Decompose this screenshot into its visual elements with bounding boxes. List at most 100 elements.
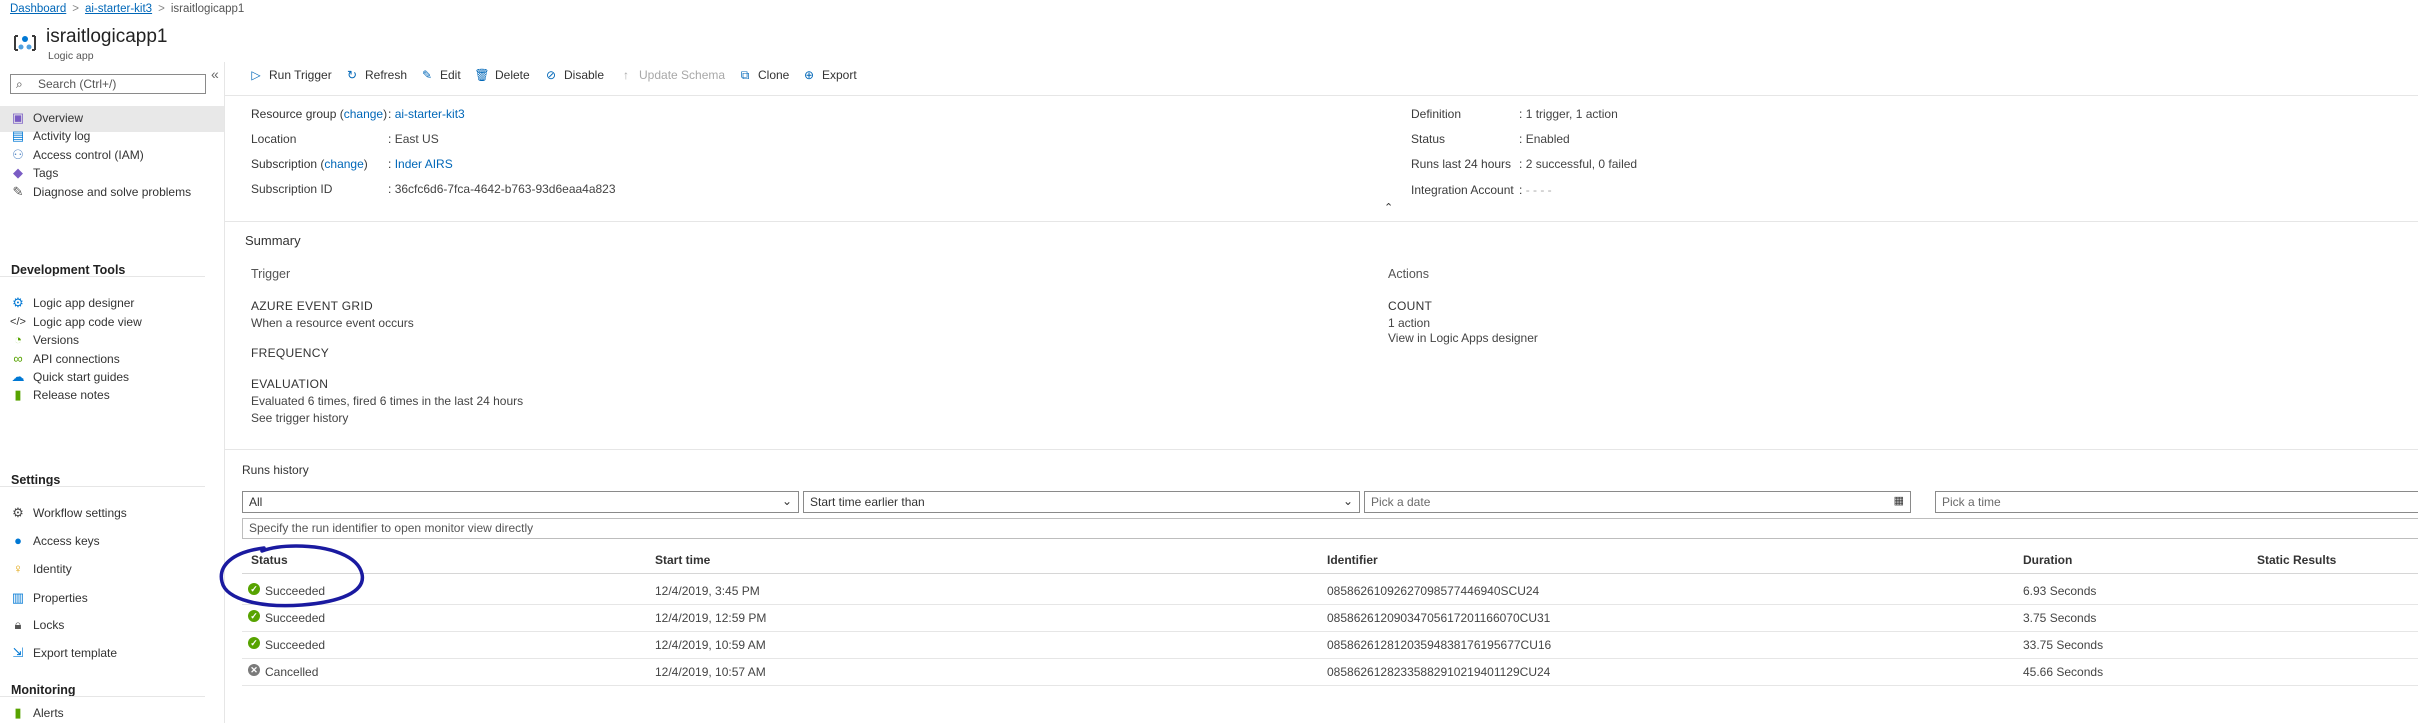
- sidebar-item-diagnose[interactable]: ✎ Diagnose and solve problems: [0, 180, 224, 206]
- column-header-static-results[interactable]: Static Results: [2257, 553, 2336, 567]
- column-header-identifier[interactable]: Identifier: [1327, 553, 1378, 567]
- row-status: Succeeded: [265, 584, 326, 598]
- view-in-designer-link[interactable]: View in Logic Apps designer: [1388, 331, 1538, 345]
- refresh-label: Refresh: [365, 68, 408, 82]
- status-filter-select[interactable]: All ⌄: [242, 491, 799, 513]
- run-identifier-input[interactable]: Specify the run identifier to open monit…: [242, 518, 2418, 539]
- sidebar-item-locks[interactable]: 🔒︎ Locks: [0, 613, 224, 639]
- integration-account-value-cell: : - - - -: [1519, 183, 1552, 197]
- actions-count-label: COUNT: [1388, 299, 1433, 313]
- collapse-essentials-icon[interactable]: ⌃: [1384, 201, 1393, 214]
- sidebar-item-access-keys[interactable]: ● Access keys: [0, 529, 224, 555]
- key-icon: ●: [14, 533, 22, 548]
- sidebar-item-label: Versions: [33, 333, 80, 347]
- export-label: Export: [822, 68, 857, 82]
- date-picker-input[interactable]: Pick a date ▦: [1364, 491, 1911, 513]
- sidebar-item-workflow-settings[interactable]: ⚙ Workflow settings: [0, 501, 224, 527]
- row-duration: 45.66 Seconds: [2023, 665, 2104, 679]
- summary-divider: [225, 449, 2418, 450]
- colon: :: [1519, 107, 1523, 121]
- column-header-start-time[interactable]: Start time: [655, 553, 710, 567]
- definition-value-cell: : 1 trigger, 1 action: [1519, 107, 1618, 121]
- location-value: East US: [394, 132, 439, 146]
- clone-button[interactable]: ⧉ Clone: [737, 68, 790, 90]
- refresh-icon: ↻: [346, 68, 358, 82]
- table-row[interactable]: ✓ Succeeded 12/4/2019, 10:59 AM 08586261…: [242, 631, 2418, 659]
- sidebar-item-label: Alerts: [33, 706, 64, 720]
- globe-icon: ⊕: [803, 68, 815, 82]
- sidebar-item-label: Properties: [33, 591, 88, 605]
- actions-title: Actions: [1388, 267, 1429, 281]
- column-header-duration[interactable]: Duration: [2023, 553, 2072, 567]
- sidebar-item-release-notes[interactable]: ▮ Release notes: [0, 383, 224, 409]
- run-trigger-button[interactable]: ▷ Run Trigger: [248, 68, 331, 90]
- bookmark-icon: ▮: [14, 387, 22, 402]
- sidebar-item-label: Logic app code view: [33, 315, 142, 329]
- start-time-filter-select[interactable]: Start time earlier than ⌄: [803, 491, 1360, 513]
- activity-log-icon: ▤: [11, 128, 25, 143]
- logic-app-icon: [14, 35, 36, 51]
- sidebar-section-monitoring: Monitoring: [11, 683, 76, 697]
- disable-icon: ⊘: [545, 68, 557, 82]
- runs-label: Runs last 24 hours: [1411, 157, 1512, 171]
- sidebar-divider: [0, 486, 205, 487]
- sidebar-item-label: API connections: [33, 352, 120, 366]
- search-placeholder: Search (Ctrl+/): [38, 77, 117, 91]
- row-identifier: 08586261282335882910219401129CU24: [1327, 665, 1551, 679]
- row-status: Succeeded: [265, 611, 326, 625]
- sidebar-item-label: Export template: [33, 646, 118, 660]
- breadcrumb-separator: >: [72, 3, 79, 15]
- search-icon: ⌕: [16, 77, 23, 91]
- calendar-icon[interactable]: ▦: [1894, 494, 1904, 507]
- breadcrumb-resource-group[interactable]: ai-starter-kit3: [85, 3, 152, 15]
- subscription-row: Subscription (change): [251, 157, 368, 171]
- status-filter-value: All: [249, 495, 263, 509]
- time-picker-input[interactable]: Pick a time: [1935, 491, 2418, 513]
- sidebar-item-alerts[interactable]: ▮ Alerts: [0, 701, 224, 727]
- tag-icon: ◆: [13, 165, 23, 180]
- refresh-button[interactable]: ↻ Refresh: [344, 68, 407, 90]
- actions-count: 1 action: [1388, 316, 1431, 330]
- date-placeholder: Pick a date: [1371, 495, 1431, 509]
- subscription-link[interactable]: Inder AIRS: [395, 157, 453, 171]
- sidebar-item-label: Activity log: [33, 129, 91, 143]
- update-schema-button[interactable]: ↑ Update Schema: [618, 68, 725, 90]
- table-row[interactable]: ✓ Succeeded 12/4/2019, 12:59 PM 08586261…: [242, 604, 2418, 632]
- row-start-time: 12/4/2019, 3:45 PM: [655, 584, 760, 598]
- arrow-up-icon: ↑: [623, 68, 629, 82]
- location-value-cell: : East US: [388, 132, 439, 146]
- sidebar-item-properties[interactable]: ▥ Properties: [0, 586, 224, 612]
- delete-label: Delete: [495, 68, 530, 82]
- trigger-name: AZURE EVENT GRID: [251, 299, 373, 313]
- sidebar-item-label: Tags: [33, 166, 59, 180]
- status-value-cell: : Enabled: [1519, 132, 1570, 146]
- search-input[interactable]: ⌕ Search (Ctrl+/): [10, 74, 206, 94]
- sidebar-section-settings: Settings: [11, 473, 61, 487]
- sidebar: ⌕ Search (Ctrl+/) ▣ Overview ▤ Activity …: [0, 66, 224, 723]
- sidebar-item-identity[interactable]: ♀ Identity: [0, 557, 224, 583]
- sidebar-item-label: Access keys: [33, 534, 100, 548]
- disable-button[interactable]: ⊘ Disable: [543, 68, 604, 90]
- breadcrumb-dashboard[interactable]: Dashboard: [10, 3, 66, 15]
- resource-group-link[interactable]: ai-starter-kit3: [395, 107, 465, 121]
- versions-icon: ◔: [14, 332, 22, 347]
- colon: :: [388, 132, 392, 146]
- resource-group-row: Resource group (change): [251, 107, 388, 121]
- table-row[interactable]: ✕ Cancelled 12/4/2019, 10:57 AM 08586261…: [242, 658, 2418, 686]
- edit-button[interactable]: ✎ Edit: [419, 68, 461, 90]
- sidebar-section-development-tools: Development Tools: [11, 263, 126, 277]
- change-resource-group-link[interactable]: change: [344, 107, 383, 121]
- evaluation-description: Evaluated 6 times, fired 6 times in the …: [251, 394, 524, 408]
- row-duration: 6.93 Seconds: [2023, 584, 2097, 598]
- essentials-divider: [225, 221, 2418, 222]
- change-subscription-link[interactable]: change: [324, 157, 363, 171]
- designer-icon: ⚙: [12, 295, 24, 310]
- collapse-sidebar-button[interactable]: «: [211, 66, 219, 82]
- column-header-status[interactable]: Status: [251, 553, 288, 567]
- export-button[interactable]: ⊕ Export: [801, 68, 857, 90]
- table-row[interactable]: ✓ Succeeded 12/4/2019, 3:45 PM 085862610…: [242, 577, 2418, 605]
- sidebar-item-label: Workflow settings: [33, 506, 127, 520]
- sidebar-item-export-template[interactable]: ⇲ Export template: [0, 641, 224, 667]
- delete-button[interactable]: 🗑︎ Delete: [474, 68, 530, 90]
- see-trigger-history-link[interactable]: See trigger history: [251, 411, 348, 425]
